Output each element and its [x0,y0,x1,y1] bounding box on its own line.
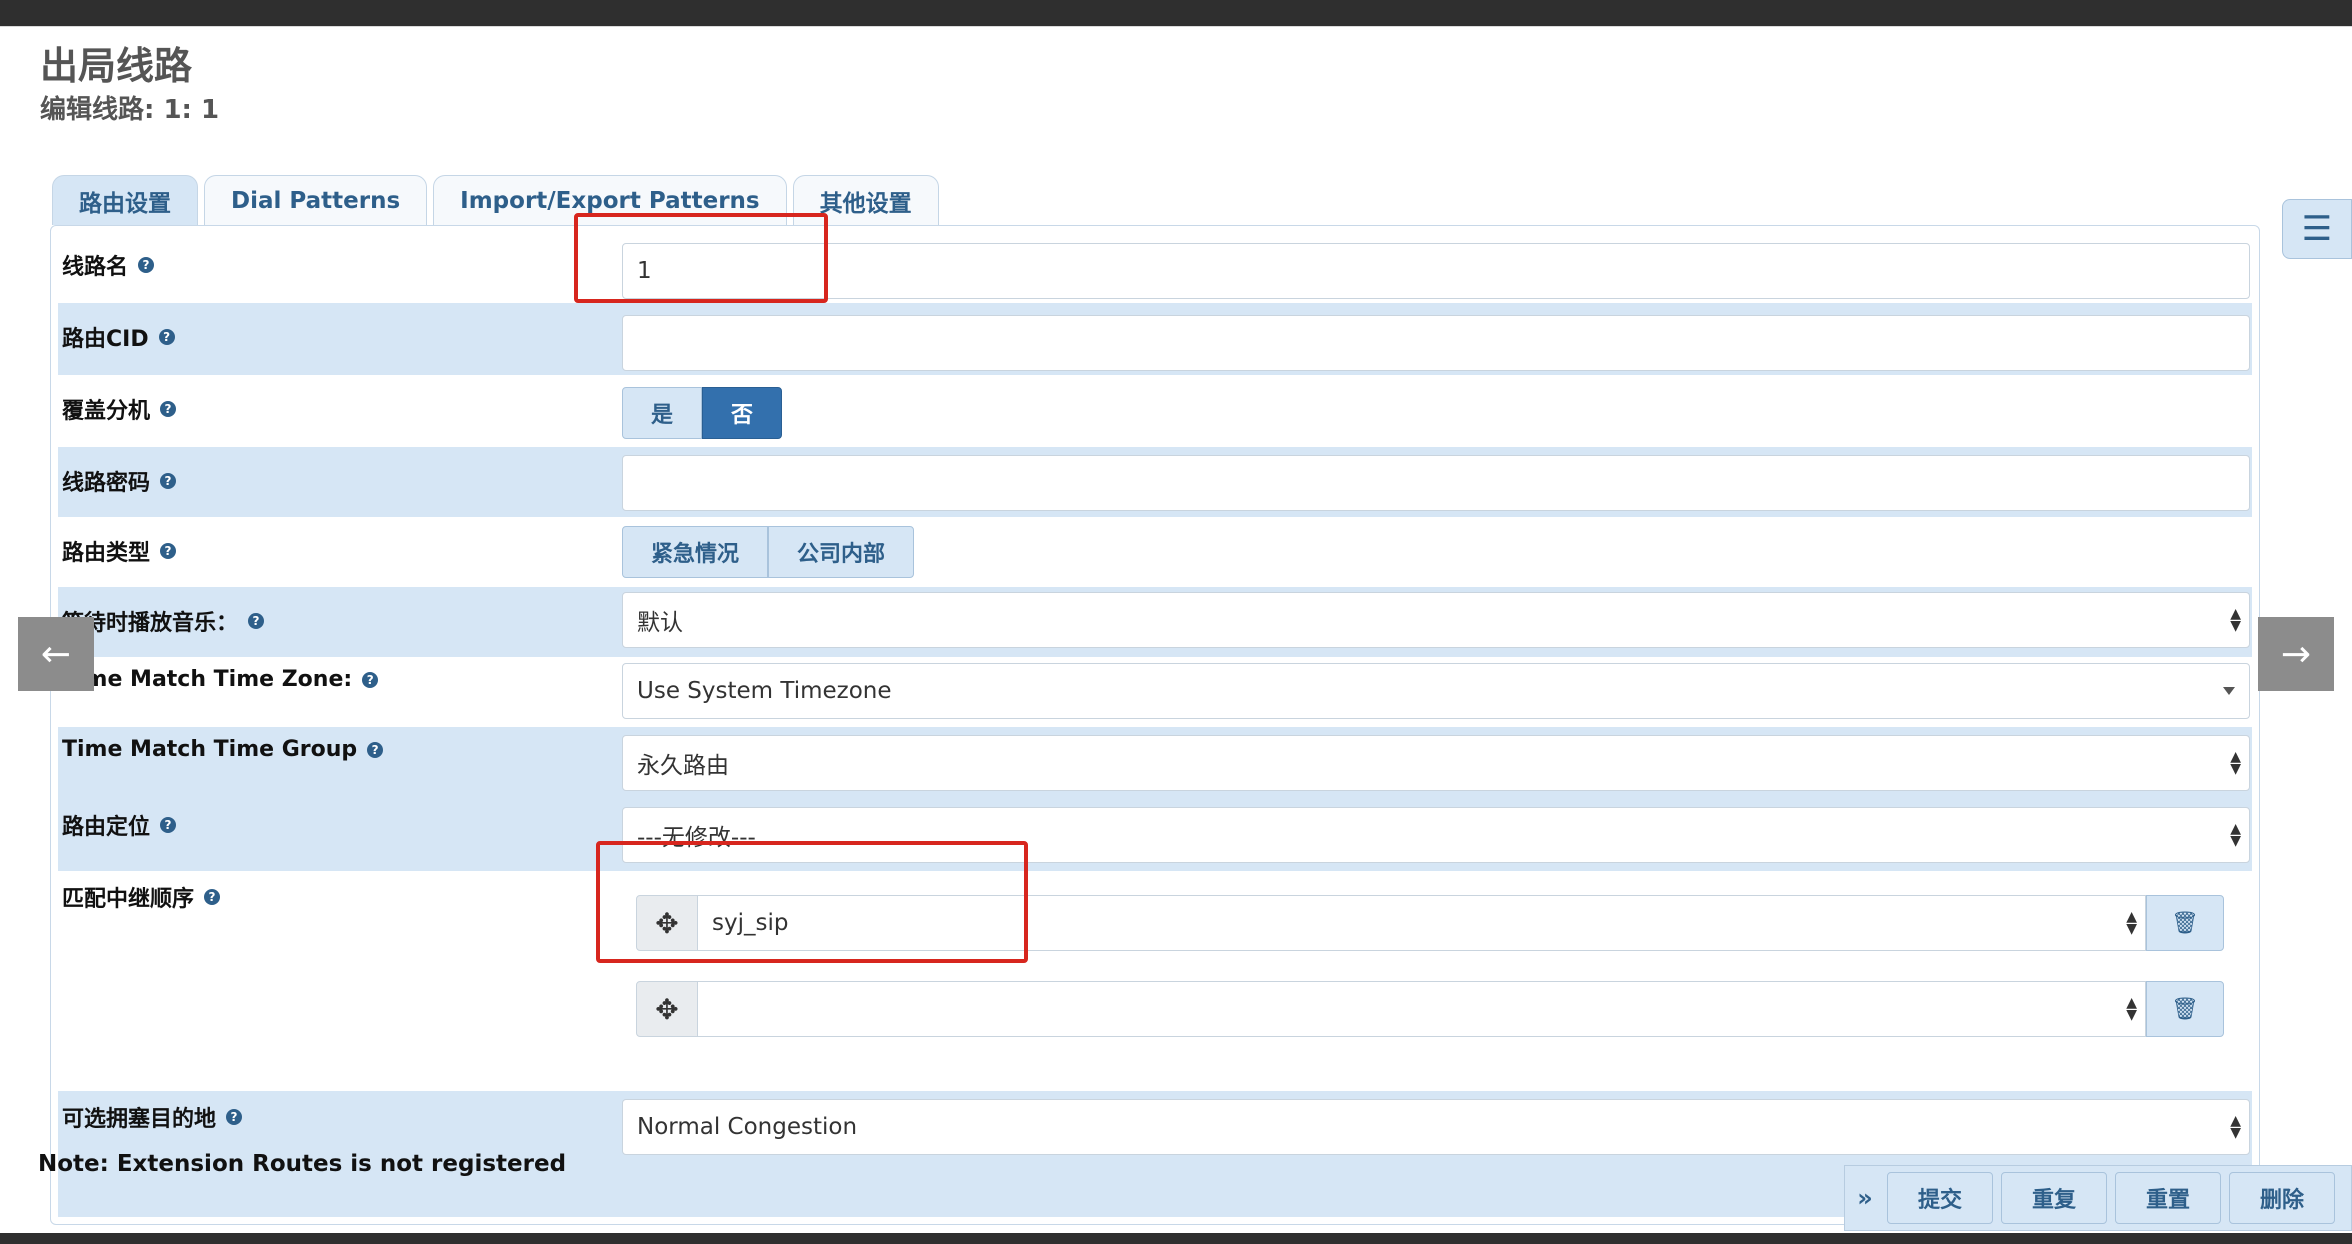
help-icon[interactable]: ? [204,889,221,905]
route-password-row: 线路密码 ? [58,447,2252,517]
double-chevron-right-icon[interactable]: » [1851,1184,1879,1212]
override-extension-toggle: 是 否 [622,387,783,439]
override-no-button[interactable]: 否 [702,387,783,439]
help-icon[interactable]: ? [248,613,265,629]
route-type-row: 路由类型 ? 紧急情况 公司内部 [58,517,2252,587]
time-zone-label-text: Time Match Time Zone: [62,667,353,692]
select-arrows-icon: ▲ ▼ [2126,909,2137,937]
select-arrows-icon: ▲ ▼ [2230,606,2241,634]
help-icon[interactable]: ? [160,401,177,417]
time-zone-label: Time Match Time Zone: ? [62,667,379,692]
route-position-row: 路由定位 ? ---无修改--- ▲ ▼ [58,799,2252,871]
duplicate-button[interactable]: 重复 [2001,1172,2107,1224]
page-container: 出局线路 编辑线路: 1: 1 路由设置 Dial Patterns Impor… [0,26,2352,1233]
select-arrows-icon: ▲ ▼ [2230,749,2241,777]
trunk-sequence-label-text: 匹配中继顺序 [62,887,195,912]
select-arrows-icon: ▲ ▼ [2230,1113,2241,1141]
route-cid-label: 路由CID ? [62,321,175,353]
time-group-row: Time Match Time Group ? 永久路由 ▲ ▼ [58,727,2252,799]
time-group-label: Time Match Time Group ? [62,737,384,762]
route-type-toggle: 紧急情况 公司内部 [622,526,915,578]
route-name-input[interactable]: 1 [622,243,2250,299]
reset-button[interactable]: 重置 [2115,1172,2221,1224]
help-icon[interactable]: ? [362,671,379,688]
page-subtitle: 编辑线路: 1: 1 [40,95,220,125]
arrow-left-icon[interactable]: ← [18,617,94,691]
route-name-label-text: 线路名 [62,255,129,280]
action-bar: » 提交 重复 重置 删除 [1844,1165,2352,1231]
move-arrows-icon[interactable]: ✥ [636,981,698,1037]
route-type-intra-company-button[interactable]: 公司内部 [768,526,915,578]
help-icon[interactable]: ? [160,473,177,489]
trunk-sequence-label: 匹配中继顺序 ? [62,881,221,913]
arrow-right-icon[interactable]: → [2258,617,2334,691]
trash-icon[interactable]: 🗑 [2146,981,2224,1037]
tab-dial-patterns[interactable]: Dial Patterns [204,175,428,225]
trunk-select-2[interactable]: ▲ ▼ [698,981,2146,1037]
route-cid-label-text: 路由CID [62,327,149,352]
select-arrows-icon: ▲ ▼ [2230,821,2241,849]
help-icon[interactable]: ? [160,543,177,559]
help-icon[interactable]: ? [160,817,177,833]
override-extension-label: 覆盖分机 ? [62,393,177,425]
page-title: 出局线路 [40,44,193,88]
override-extension-label-text: 覆盖分机 [62,399,151,424]
music-on-hold-value: 默认 [637,610,683,636]
time-zone-select[interactable]: Use System Timezone [622,663,2250,719]
time-zone-row: Time Match Time Zone: ? Use System Timez… [58,657,2252,727]
route-password-label-text: 线路密码 [62,471,151,496]
music-on-hold-select[interactable]: 默认 ▲ ▼ [622,592,2250,648]
congestion-destination-value: Normal Congestion [637,1114,858,1140]
route-cid-input[interactable] [622,315,2250,371]
override-yes-button[interactable]: 是 [622,387,703,439]
highlight-box-route-name [574,213,828,303]
list-icon[interactable]: ☰ [2282,199,2352,259]
tab-route-settings[interactable]: 路由设置 [52,175,198,225]
route-position-label-text: 路由定位 [62,815,151,840]
route-position-label: 路由定位 ? [62,809,177,841]
route-type-label-text: 路由类型 [62,541,151,566]
music-on-hold-row: 等待时播放音乐： ? 默认 ▲ ▼ [58,587,2252,657]
route-cid-row: 路由CID ? [58,303,2252,375]
extension-routes-note: Note: Extension Routes is not registered [38,1151,567,1177]
route-type-emergency-button[interactable]: 紧急情况 [622,526,769,578]
route-type-label: 路由类型 ? [62,535,177,567]
help-icon[interactable]: ? [226,1109,243,1125]
help-icon[interactable]: ? [138,257,155,273]
highlight-box-trunk [596,841,1028,963]
delete-button[interactable]: 删除 [2229,1172,2335,1224]
select-arrows-icon: ▲ ▼ [2126,995,2137,1023]
congestion-destination-label-text: 可选拥塞目的地 [62,1107,217,1132]
chevron-down-icon [2223,687,2235,695]
submit-button[interactable]: 提交 [1887,1172,1993,1224]
trash-icon[interactable]: 🗑 [2146,895,2224,951]
route-password-input[interactable] [622,455,2250,511]
override-extension-row: 覆盖分机 ? 是 否 [58,375,2252,447]
route-password-label: 线路密码 ? [62,465,177,497]
time-group-value: 永久路由 [637,753,729,779]
route-name-row: 线路名 ? 1 [58,231,2252,299]
help-icon[interactable]: ? [158,329,175,345]
route-name-label: 线路名 ? [62,249,155,281]
help-icon[interactable]: ? [367,741,384,758]
congestion-destination-select[interactable]: Normal Congestion ▲ ▼ [622,1099,2250,1155]
congestion-destination-label: 可选拥塞目的地 ? [62,1101,243,1133]
time-group-select[interactable]: 永久路由 ▲ ▼ [622,735,2250,791]
time-zone-value: Use System Timezone [637,678,892,704]
time-group-label-text: Time Match Time Group [62,737,358,762]
trunk-item-2: ✥ ▲ ▼ 🗑 [636,981,2224,1037]
